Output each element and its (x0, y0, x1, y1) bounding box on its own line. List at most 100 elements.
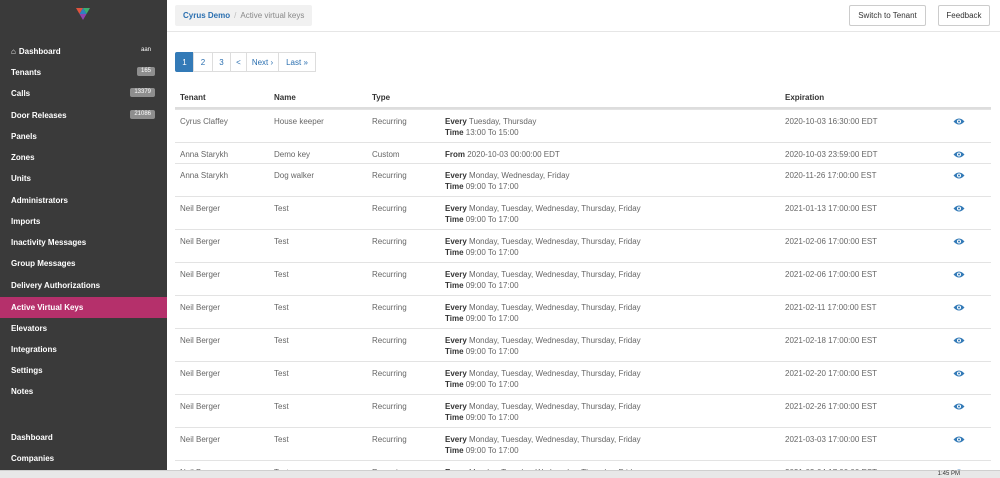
type-cell: Recurring (372, 369, 407, 378)
table-row: Neil Berger Test Recurring Every Monday, Tu… (175, 328, 991, 361)
column-header-type[interactable]: Type (372, 93, 390, 102)
schedule-line-value: Monday, Wednesday, Friday (469, 171, 570, 180)
schedule-line-value: Monday, Tuesday, Wednesday, Thursday, Fr… (469, 336, 641, 345)
schedule-line: Time 09:00 To 17:00 (445, 379, 641, 390)
sidebar-item-elevators[interactable]: Elevators (0, 318, 167, 339)
column-header-tenant[interactable]: Tenant (180, 93, 206, 102)
sidebar-item-tenants[interactable]: Tenants 165 (0, 62, 167, 83)
page-2-button[interactable]: 2 (193, 52, 213, 72)
eye-icon[interactable] (953, 435, 965, 444)
sidebar-item-calls[interactable]: Calls 13379 (0, 83, 167, 104)
eye-icon[interactable] (953, 336, 965, 345)
schedule-cell: Every Monday, Tuesday, Wednesday, Thursd… (445, 335, 641, 357)
schedule-line-label: Time (445, 446, 464, 455)
sidebar-item-administrators[interactable]: Administrators (0, 190, 167, 211)
schedule-line: Every Monday, Tuesday, Wednesday, Thursd… (445, 269, 641, 280)
schedule-line-value: Tuesday, Thursday (468, 117, 537, 126)
schedule-line: Every Monday, Tuesday, Wednesday, Thursd… (445, 335, 641, 346)
eye-icon[interactable] (953, 369, 965, 378)
schedule-line-value: 09:00 To 17:00 (465, 347, 519, 356)
prev-page-button[interactable]: < (230, 52, 247, 72)
table-row: Neil Berger Test Recurring Every Monday, Tu… (175, 361, 991, 394)
table-row: Neil Berger Test Recurring Every Monday, Tu… (175, 262, 991, 295)
table-row: Neil Berger Test Recurring Every Monday, Tu… (175, 196, 991, 229)
sidebar-bottom-item-dashboard[interactable]: Dashboard (0, 427, 167, 448)
eye-icon[interactable] (953, 150, 965, 159)
expiration-cell: 2021-01-13 17:00:00 EST (785, 204, 878, 213)
eye-icon[interactable] (953, 204, 965, 213)
last-page-button[interactable]: Last » (278, 52, 316, 72)
home-icon: ⌂ (11, 47, 16, 56)
sidebar-item-dashboard[interactable]: ⌂ Dashboard aan (0, 41, 167, 62)
feedback-button[interactable]: Feedback (938, 5, 990, 26)
schedule-line: Time 09:00 To 17:00 (445, 247, 641, 258)
eye-icon[interactable] (953, 237, 965, 246)
table-row: Anna Starykh Dog walker Recurring Every Mon… (175, 163, 991, 196)
name-cell: Demo key (274, 150, 311, 159)
schedule-cell: Every Monday, Tuesday, Wednesday, Thursd… (445, 434, 641, 456)
schedule-line-label: Time (445, 314, 464, 323)
schedule-line-label: Every (445, 402, 467, 411)
os-taskbar: 1:45 PM (0, 470, 1000, 478)
schedule-line: Time 09:00 To 17:00 (445, 346, 641, 357)
sidebar-bottom-item-companies[interactable]: Companies (0, 448, 167, 469)
schedule-line: Every Tuesday, Thursday (445, 116, 536, 127)
schedule-line-label: From (445, 150, 465, 159)
breadcrumb-root-link[interactable]: Cyrus Demo (183, 11, 230, 20)
schedule-line-label: Every (445, 270, 467, 279)
page-3-button[interactable]: 3 (212, 52, 231, 72)
schedule-line-label: Time (445, 347, 464, 356)
sidebar-item-inactivity-messages[interactable]: Inactivity Messages (0, 232, 167, 253)
sidebar-item-imports[interactable]: Imports (0, 211, 167, 232)
table-row: Neil Berger Test Recurring Every Monday, Tu… (175, 427, 991, 460)
page-1-button[interactable]: 1 (175, 52, 194, 72)
column-header-name[interactable]: Name (274, 93, 296, 102)
sidebar-item-settings[interactable]: Settings (0, 360, 167, 381)
table-row: Neil Berger Test Recurring Every Monday, Tu… (175, 295, 991, 328)
eye-icon[interactable] (953, 171, 965, 180)
column-header-expiration[interactable]: Expiration (785, 93, 824, 102)
expiration-cell: 2021-02-06 17:00:00 EST (785, 237, 878, 246)
next-page-button[interactable]: Next › (246, 52, 279, 72)
schedule-line: Time 09:00 To 17:00 (445, 181, 570, 192)
sidebar-item-units[interactable]: Units (0, 168, 167, 189)
schedule-line-value: Monday, Tuesday, Wednesday, Thursday, Fr… (469, 402, 641, 411)
taskbar-clock: 1:45 PM (937, 471, 960, 477)
type-cell: Recurring (372, 336, 407, 345)
sidebar-item-delivery-authorizations[interactable]: Delivery Authorizations (0, 275, 167, 296)
sidebar-item-zones[interactable]: Zones (0, 147, 167, 168)
eye-icon[interactable] (953, 270, 965, 279)
sidebar-item-group-messages[interactable]: Group Messages (0, 253, 167, 274)
schedule-cell: From 2020-10-03 00:00:00 EDT (445, 149, 560, 160)
expiration-cell: 2021-02-18 17:00:00 EST (785, 336, 878, 345)
schedule-line-value: 09:00 To 17:00 (465, 182, 519, 191)
top-bar: Cyrus Demo / Active virtual keys Switch … (167, 0, 1000, 32)
schedule-line-value: 09:00 To 17:00 (465, 446, 519, 455)
sidebar-item-label: Imports (11, 217, 41, 226)
name-cell: Test (274, 336, 289, 345)
sidebar-item-notes[interactable]: Notes (0, 381, 167, 402)
schedule-line-label: Time (445, 128, 464, 137)
eye-icon[interactable] (953, 117, 965, 126)
schedule-line-value: Monday, Tuesday, Wednesday, Thursday, Fr… (469, 237, 641, 246)
tenant-cell: Neil Berger (180, 435, 221, 444)
sidebar-item-active-virtual-keys[interactable]: Active Virtual Keys (0, 297, 167, 318)
pagination: 1 2 3 < Next › Last » (175, 52, 316, 72)
schedule-line-value: 09:00 To 17:00 (465, 314, 519, 323)
sidebar-item-label: Units (11, 174, 31, 183)
eye-icon[interactable] (953, 303, 965, 312)
sidebar-item-door-releases[interactable]: Door Releases 21086 (0, 105, 167, 126)
schedule-line: Time 09:00 To 17:00 (445, 280, 641, 291)
sidebar-item-integrations[interactable]: Integrations (0, 339, 167, 360)
eye-icon[interactable] (953, 402, 965, 411)
tenant-cell: Neil Berger (180, 402, 221, 411)
type-cell: Recurring (372, 435, 407, 444)
switch-to-tenant-button[interactable]: Switch to Tenant (849, 5, 926, 26)
expiration-cell: 2021-02-26 17:00:00 EST (785, 402, 878, 411)
schedule-line-value: 09:00 To 17:00 (465, 380, 519, 389)
sidebar-item-panels[interactable]: Panels (0, 126, 167, 147)
schedule-line-value: 09:00 To 17:00 (465, 413, 519, 422)
schedule-cell: Every Monday, Tuesday, Wednesday, Thursd… (445, 236, 641, 258)
name-cell: Test (274, 402, 289, 411)
breadcrumb: Cyrus Demo / Active virtual keys (175, 5, 313, 26)
